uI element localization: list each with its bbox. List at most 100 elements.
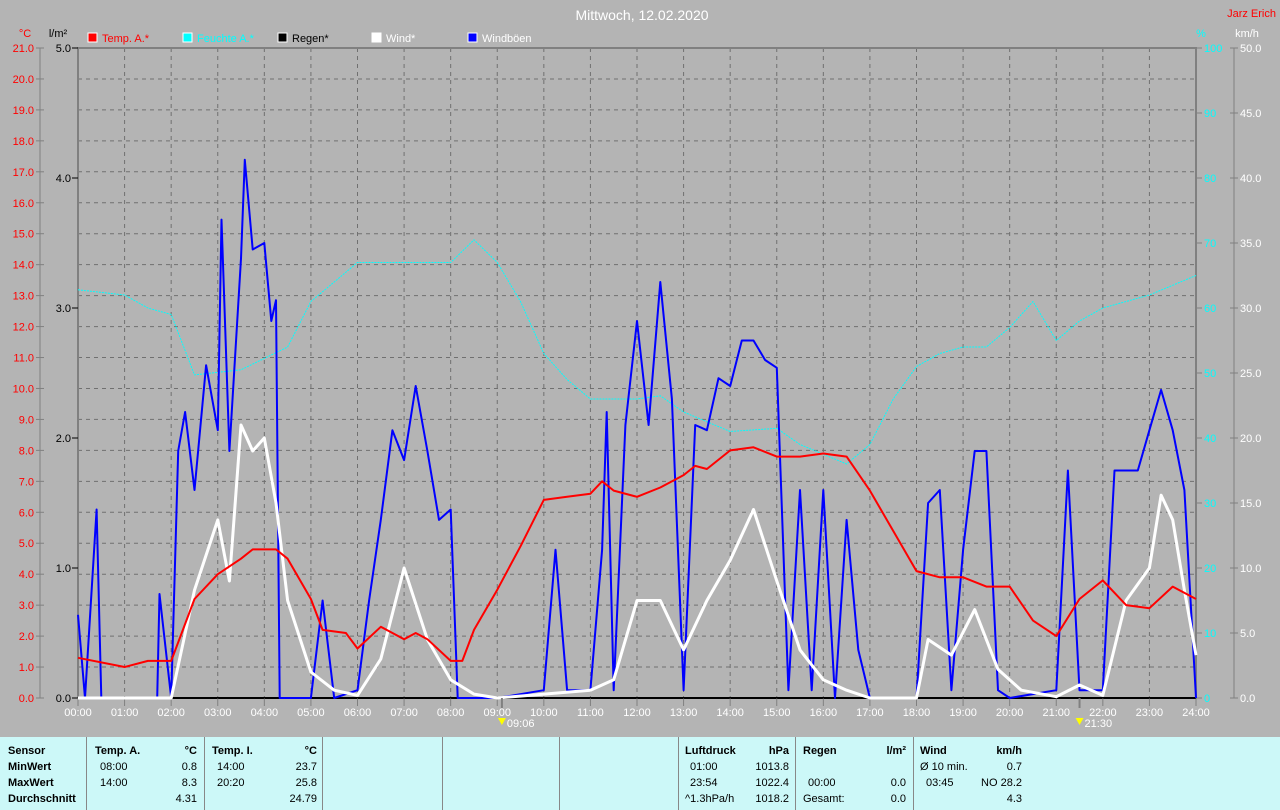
x-tick-label: 08:00: [437, 707, 465, 719]
x-tick-label: 16:00: [810, 707, 838, 719]
legend-label-1: Feuchte A.*: [197, 33, 255, 45]
rain-tick-label: 0.0: [56, 693, 71, 705]
humidity-tick-label: 80: [1204, 173, 1216, 185]
pressure-trend: ^1.3hPa/h: [685, 793, 735, 805]
wind-tick-label: 10.0: [1240, 563, 1261, 575]
pressure-unit: hPa: [768, 745, 789, 757]
temp-tick-label: 7.0: [19, 476, 34, 488]
x-tick-label: 24:00: [1182, 707, 1210, 719]
humidity-tick-label: 0: [1204, 693, 1210, 705]
legend-swatch-3: [371, 32, 382, 43]
rain-tick-label: 4.0: [56, 173, 71, 185]
wind-max: NO 28.2: [981, 777, 1022, 789]
minwert-label: MinWert: [8, 761, 52, 773]
temp-tick-label: 12.0: [13, 322, 34, 334]
legend-label-2: Regen*: [292, 33, 329, 45]
sunrise-time: 09:06: [507, 718, 535, 730]
temp-tick-label: 17.0: [13, 167, 34, 179]
x-tick-label: 15:00: [763, 707, 791, 719]
chart-title: Mittwoch, 12.02.2020: [575, 7, 708, 23]
temp-tick-label: 1.0: [19, 662, 34, 674]
weather-chart: Mittwoch, 12.02.2020 Jarz Erich °C l/m² …: [13, 7, 1276, 730]
wind-tick-label: 45.0: [1240, 108, 1261, 120]
x-tick-label: 17:00: [856, 707, 884, 719]
humidity-tick-label: 40: [1204, 433, 1216, 445]
author-label: Jarz Erich: [1227, 8, 1276, 20]
summary-table: Sensor MinWert MaxWert Durchschnitt Temp…: [0, 737, 1280, 810]
pressure-avg: 1018.2: [755, 793, 789, 805]
temp-i-max-time: 20:20: [217, 777, 245, 789]
x-tick-label: 02:00: [157, 707, 185, 719]
temp-tick-label: 0.0: [19, 693, 34, 705]
rain-unit: l/m²: [886, 745, 906, 757]
legend-swatch-1: [182, 32, 193, 43]
x-tick-label: 01:00: [111, 707, 139, 719]
temp-a-max-time: 14:00: [100, 777, 128, 789]
wind-avg10: 0.7: [1006, 761, 1022, 773]
x-tick-label: 18:00: [903, 707, 931, 719]
wind-tick-label: 25.0: [1240, 368, 1261, 380]
legend-label-0: Temp. A.*: [102, 33, 150, 45]
temp-tick-label: 4.0: [19, 569, 34, 581]
temp-a-min: 0.8: [181, 761, 197, 773]
temp-tick-label: 11.0: [13, 353, 34, 365]
wind-tick-label: 50.0: [1240, 43, 1261, 55]
pressure-min: 1013.8: [755, 761, 789, 773]
pressure-max: 1022.4: [755, 777, 789, 789]
legend-swatch-0: [87, 32, 98, 43]
temp-tick-label: 15.0: [13, 229, 34, 241]
humidity-tick-label: 70: [1204, 238, 1216, 250]
temp-i-avg: 24.79: [289, 793, 317, 805]
humidity-tick-label: 90: [1204, 108, 1216, 120]
humidity-tick-label: 10: [1204, 628, 1216, 640]
pressure-header: Luftdruck: [685, 745, 736, 757]
maxwert-label: MaxWert: [8, 777, 54, 789]
wind-tick-label: 20.0: [1240, 433, 1261, 445]
wind-tick-label: 35.0: [1240, 238, 1261, 250]
temp-a-unit: °C: [184, 745, 197, 757]
wind-unit: km/h: [996, 745, 1022, 757]
temp-i-min-time: 14:00: [217, 761, 245, 773]
temp-tick-label: 16.0: [13, 198, 34, 210]
sunset-icon: [1075, 718, 1084, 725]
x-tick-label: 06:00: [344, 707, 372, 719]
temp-tick-label: 14.0: [13, 260, 34, 272]
temp-tick-label: 19.0: [13, 105, 34, 117]
humidity-tick-label: 20: [1204, 563, 1216, 575]
x-tick-label: 14:00: [716, 707, 744, 719]
wind-avg10-label: Ø 10 min.: [920, 761, 968, 773]
temp-i-header: Temp. I.: [212, 745, 253, 757]
humidity-tick-label: 30: [1204, 498, 1216, 510]
temp-tick-label: 18.0: [13, 136, 34, 148]
wind-tick-label: 30.0: [1240, 303, 1261, 315]
temp-tick-label: 21.0: [13, 43, 34, 55]
temp-a-avg: 4.31: [175, 793, 197, 805]
sensor-header: Sensor: [8, 745, 46, 757]
humidity-tick-label: 100: [1204, 43, 1222, 55]
sunrise-icon: [497, 718, 506, 725]
wind-max-time: 03:45: [926, 777, 954, 789]
temp-tick-label: 8.0: [19, 445, 34, 457]
temp-tick-label: 6.0: [19, 507, 34, 519]
wind-tick-label: 5.0: [1240, 628, 1255, 640]
rain-axis-unit: l/m²: [49, 28, 68, 40]
temp-tick-label: 3.0: [19, 600, 34, 612]
legend-label-4: Windböen: [482, 33, 532, 45]
x-tick-label: 03:00: [204, 707, 232, 719]
temp-tick-label: 2.0: [19, 631, 34, 643]
temp-a-header: Temp. A.: [95, 745, 141, 757]
rain-total-label: Gesamt:: [803, 793, 845, 805]
x-tick-label: 00:00: [64, 707, 92, 719]
humidity-tick-label: 60: [1204, 303, 1216, 315]
durchschnitt-label: Durchschnitt: [8, 793, 76, 805]
x-tick-label: 04:00: [251, 707, 279, 719]
rain-tick-label: 5.0: [56, 43, 71, 55]
temp-i-min: 23.7: [295, 761, 317, 773]
temp-a-max: 8.3: [181, 777, 197, 789]
x-tick-label: 21:00: [1042, 707, 1070, 719]
temp-tick-label: 9.0: [19, 414, 34, 426]
x-tick-label: 23:00: [1136, 707, 1164, 719]
x-tick-label: 19:00: [949, 707, 977, 719]
temp-tick-label: 10.0: [13, 383, 34, 395]
temp-i-unit: °C: [304, 745, 317, 757]
